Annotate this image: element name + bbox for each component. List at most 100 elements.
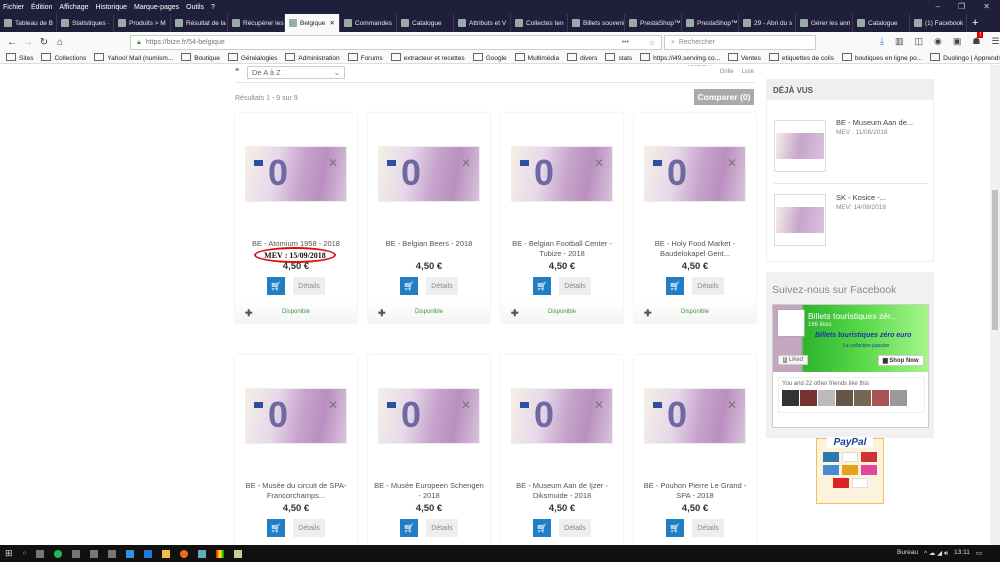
tab-16[interactable]: (1) Facebook bbox=[910, 14, 967, 32]
tab-13[interactable]: 29 - Abri du s bbox=[739, 14, 796, 32]
details-button[interactable]: Détails bbox=[293, 519, 325, 537]
liked-button[interactable]: f Liked bbox=[778, 355, 809, 365]
bookmark-item[interactable]: Ventes bbox=[728, 53, 761, 62]
tab-7[interactable]: Catalogue bbox=[397, 14, 454, 32]
product-image[interactable]: 0 ✕ bbox=[245, 146, 347, 202]
friend-avatar[interactable] bbox=[782, 390, 799, 406]
tab-15[interactable]: Catalogue bbox=[853, 14, 910, 32]
new-tab-button[interactable]: + bbox=[967, 14, 983, 32]
tab-6[interactable]: Commandes bbox=[340, 14, 397, 32]
product-card[interactable]: 0 ✕ BE - Musée Europeen Schengen - 2018 4,5… bbox=[368, 355, 490, 545]
product-image[interactable]: 0 ✕ bbox=[378, 388, 480, 444]
details-button[interactable]: Détails bbox=[426, 277, 458, 295]
file-explorer-icon[interactable] bbox=[162, 549, 171, 558]
details-button[interactable]: Détails bbox=[559, 519, 591, 537]
add-to-cart-button[interactable]: 🛒︎ bbox=[400, 519, 418, 537]
fb-page-name[interactable]: Billets touristiques zér... bbox=[808, 311, 897, 321]
minimize-button[interactable]: – bbox=[936, 2, 940, 11]
bookmark-item[interactable]: Collections bbox=[41, 53, 86, 62]
app-icon[interactable] bbox=[126, 549, 135, 558]
library-icon[interactable]: ▥ bbox=[895, 36, 904, 47]
notification-icon[interactable]: ☗! bbox=[972, 32, 984, 47]
bookmark-item[interactable]: Généalogies bbox=[228, 53, 278, 62]
product-card[interactable]: 0 ✕ BE - Atomium 1958 - 2018 4,50 € 🛒︎ Détail… bbox=[235, 113, 357, 323]
edge-icon[interactable] bbox=[144, 549, 153, 558]
back-button[interactable]: ← bbox=[4, 37, 20, 48]
viewed-item-image[interactable] bbox=[774, 120, 826, 172]
cortana-icon[interactable]: ○ bbox=[23, 550, 27, 557]
close-window-button[interactable]: ✕ bbox=[983, 2, 990, 11]
bookmark-item[interactable]: boutiques en ligne po... bbox=[842, 53, 922, 62]
bookmark-item[interactable]: Yahoo! Mail (numism... bbox=[94, 53, 173, 62]
bookmark-star-icon[interactable]: ☆ bbox=[649, 39, 655, 47]
product-image[interactable]: 0 ✕ bbox=[245, 388, 347, 444]
tab-11[interactable]: PrestaShop™ bbox=[625, 14, 682, 32]
tray-icons[interactable]: ^ ☁ ◢ 🔊︎ bbox=[924, 549, 948, 558]
tab-12[interactable]: PrestaShop™ bbox=[682, 14, 739, 32]
bookmark-item[interactable]: Google bbox=[473, 53, 507, 62]
product-image[interactable]: 0 ✕ bbox=[511, 146, 613, 202]
spotify-icon[interactable] bbox=[54, 549, 63, 558]
menu-item[interactable]: Historique bbox=[95, 4, 127, 11]
add-to-cart-button[interactable]: 🛒︎ bbox=[666, 277, 684, 295]
menu-item[interactable]: Marque-pages bbox=[134, 4, 179, 11]
product-card[interactable]: 0 ✕ BE - Belgian Football Center - Tubize … bbox=[501, 113, 623, 323]
product-card[interactable]: 0 ✕ BE - Pouhon Pierre Le Grand - SPA - 20… bbox=[634, 355, 756, 545]
product-image[interactable]: 0 ✕ bbox=[378, 146, 480, 202]
tab-3[interactable]: Résultat de la bbox=[171, 14, 228, 32]
app-icon[interactable] bbox=[198, 549, 207, 558]
list-view-button[interactable]: Liste bbox=[742, 69, 755, 75]
product-title[interactable]: BE - Museum Aan de Ijzer - Diksmuide - 2… bbox=[505, 481, 619, 501]
tab-9[interactable]: Collectes ten bbox=[511, 14, 568, 32]
grid-view-button[interactable]: Grille bbox=[720, 69, 734, 75]
search-input[interactable]: ⌕ Rechercher bbox=[664, 35, 816, 50]
bookmark-item[interactable]: https://i49.servimg.co... bbox=[640, 53, 720, 62]
tab-close-icon[interactable]: ✕ bbox=[330, 19, 335, 27]
friend-avatar[interactable] bbox=[872, 390, 889, 406]
add-to-cart-button[interactable]: 🛒︎ bbox=[533, 519, 551, 537]
notification-center-icon[interactable]: ▭ bbox=[976, 549, 982, 558]
menu-item[interactable]: Édition bbox=[31, 4, 52, 11]
facebook-page-widget[interactable]: Billets touristiques zér... 166 likes Bi… bbox=[772, 304, 929, 428]
product-title[interactable]: BE - Belgian Football Center - Tubize - … bbox=[505, 239, 619, 259]
product-title[interactable]: BE - Musée Europeen Schengen - 2018 bbox=[372, 481, 486, 501]
product-image[interactable]: 0 ✕ bbox=[644, 388, 746, 444]
sort-select[interactable]: De A à Z ⌄ bbox=[247, 66, 345, 79]
sidebar-icon[interactable]: ◫ bbox=[915, 36, 924, 47]
product-title[interactable]: BE - Holy Food Market - Baudelokapel Gen… bbox=[638, 239, 752, 259]
add-to-cart-button[interactable]: 🛒︎ bbox=[400, 277, 418, 295]
add-to-cart-button[interactable]: 🛒︎ bbox=[533, 277, 551, 295]
bookmark-item[interactable]: Sites bbox=[6, 53, 33, 62]
bookmark-item[interactable]: Multimédia bbox=[515, 53, 559, 62]
product-card[interactable]: 0 ✕ BE - Musée du circuit de SPA-Francorch… bbox=[235, 355, 357, 545]
bookmark-item[interactable]: Duolingo | Apprends l'... bbox=[930, 53, 1000, 62]
app-icon[interactable] bbox=[108, 549, 117, 558]
desktop-label[interactable]: Bureau bbox=[897, 549, 918, 558]
bookmark-item[interactable]: extracteur et recettes bbox=[391, 53, 465, 62]
url-bar[interactable]: 🔒︎ https://btze.fr/54-belgique ••• ☆ bbox=[130, 35, 662, 50]
tab-1[interactable]: Statistiques · bbox=[57, 14, 114, 32]
app-icon[interactable] bbox=[216, 549, 225, 558]
scrollbar-thumb[interactable] bbox=[992, 190, 998, 330]
app-icon[interactable] bbox=[72, 549, 81, 558]
menu-item[interactable]: Affichage bbox=[59, 4, 88, 11]
tab-2[interactable]: Produits > M bbox=[114, 14, 171, 32]
shop-now-button[interactable]: ▆ Shop Now bbox=[878, 355, 924, 366]
maximize-button[interactable]: ❐ bbox=[958, 2, 965, 11]
menu-icon[interactable]: ☰ bbox=[991, 36, 999, 47]
bookmark-item[interactable]: Forums bbox=[348, 53, 383, 62]
add-to-cart-button[interactable]: 🛒︎ bbox=[267, 519, 285, 537]
forward-button[interactable]: → bbox=[20, 37, 36, 48]
tab-14[interactable]: Gérer les ann bbox=[796, 14, 853, 32]
menu-item[interactable]: Fichier bbox=[3, 4, 24, 11]
product-title[interactable]: BE - Belgian Beers - 2018 bbox=[372, 239, 486, 249]
tab-0[interactable]: Tableau de B bbox=[0, 14, 57, 32]
firefox-icon[interactable] bbox=[180, 549, 189, 558]
compare-button[interactable]: Comparer (0) bbox=[694, 89, 754, 105]
friend-avatar[interactable] bbox=[854, 390, 871, 406]
friend-avatar[interactable] bbox=[836, 390, 853, 406]
friend-avatar[interactable] bbox=[818, 390, 835, 406]
details-button[interactable]: Détails bbox=[692, 519, 724, 537]
product-card[interactable]: 0 ✕ BE - Holy Food Market - Baudelokapel G… bbox=[634, 113, 756, 323]
clock[interactable]: 13:11 bbox=[954, 549, 970, 558]
